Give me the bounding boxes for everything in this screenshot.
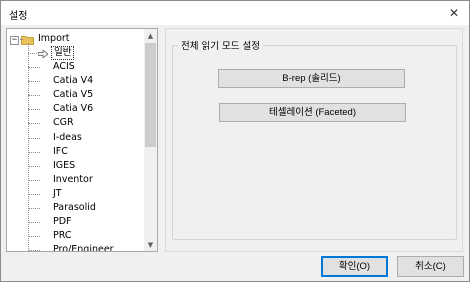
tree-connector [28,67,40,68]
tree-connector [28,123,40,125]
arrow-right-icon [38,50,48,58]
dialog-title: 설정 [9,11,28,22]
tree-item[interactable]: PDF [7,215,145,229]
tree-connector [28,151,40,153]
tree-item-label: CGR [53,117,74,129]
tree-item-label: Parasolid [53,202,96,213]
settings-tree[interactable]: − Import 일반 ACIS Catia V4 Catia V5 Catia V6… [6,28,158,252]
title-bar[interactable]: 설정 ✕ [1,1,469,25]
tree-connector [20,39,22,40]
tree-connector [28,95,40,97]
tree-item-general[interactable]: 일반 [7,46,145,60]
tree-connector [28,208,40,209]
tree-connector [28,53,37,54]
tree-item[interactable]: Parasolid [7,201,145,215]
cancel-button[interactable]: 취소(C) [397,256,464,277]
tree-connector [28,193,40,195]
tree-item-label: Catia V6 [53,103,94,115]
tree-item-label: Pro/Engineer [53,244,114,252]
tree-item-label: ACIS [53,61,75,72]
tree-item-label: PRC [53,230,72,242]
tree-content: − Import 일반 ACIS Catia V4 Catia V5 Catia V6… [7,29,145,251]
tree-connector [28,236,40,238]
tree-item[interactable]: CGR [7,116,145,130]
tree-item[interactable]: PRC [7,229,145,243]
tree-connector [28,250,40,251]
tree-item-label: PDF [53,216,72,228]
tree-connector [28,222,40,224]
tree-item-label: Inventor [53,173,93,185]
collapse-icon[interactable]: − [10,36,19,45]
tree-item[interactable]: Catia V5 [7,88,145,102]
tree-item[interactable]: JT [7,187,145,201]
tree-item-label: I-deas [53,131,82,143]
tree-item-label: Catia V5 [53,89,94,101]
tree-connector [28,109,40,111]
tree-item-label: JT [53,187,62,199]
tree-item-label-selected: 일반 [51,46,75,60]
tree-item[interactable]: IFC [7,145,145,159]
tree-item[interactable]: Inventor [7,173,145,187]
ok-button[interactable]: 확인(O) [321,256,388,277]
close-icon[interactable]: ✕ [439,1,469,25]
tree-item-label: IGES [53,159,76,171]
tree-connector [28,81,40,83]
tree-item[interactable]: I-deas [7,131,145,145]
faceted-button[interactable]: 테셀레이션 (Faceted) [219,103,406,122]
brep-button[interactable]: B-rep (솔리드) [218,69,405,88]
tree-item[interactable]: Catia V6 [7,102,145,116]
tree-connector [28,179,40,181]
tree-item-label: IFC [53,145,68,157]
scroll-up-icon[interactable]: ▲ [144,29,157,42]
scroll-down-icon[interactable]: ▼ [144,238,157,251]
tree-root-label: Import [38,33,70,44]
tree-connector [28,137,40,139]
tree-item[interactable]: Catia V4 [7,74,145,88]
tree-connector [28,165,40,167]
group-title: 전체 읽기 모드 설정 [178,38,263,52]
scroll-thumb[interactable] [145,43,156,147]
tree-item[interactable]: ACIS [7,60,145,74]
tree-scrollbar[interactable]: ▲ ▼ [144,29,157,251]
tree-item[interactable]: IGES [7,159,145,173]
tree-item[interactable]: Pro/Engineer [7,243,145,252]
tree-item-label: Catia V4 [53,75,94,87]
